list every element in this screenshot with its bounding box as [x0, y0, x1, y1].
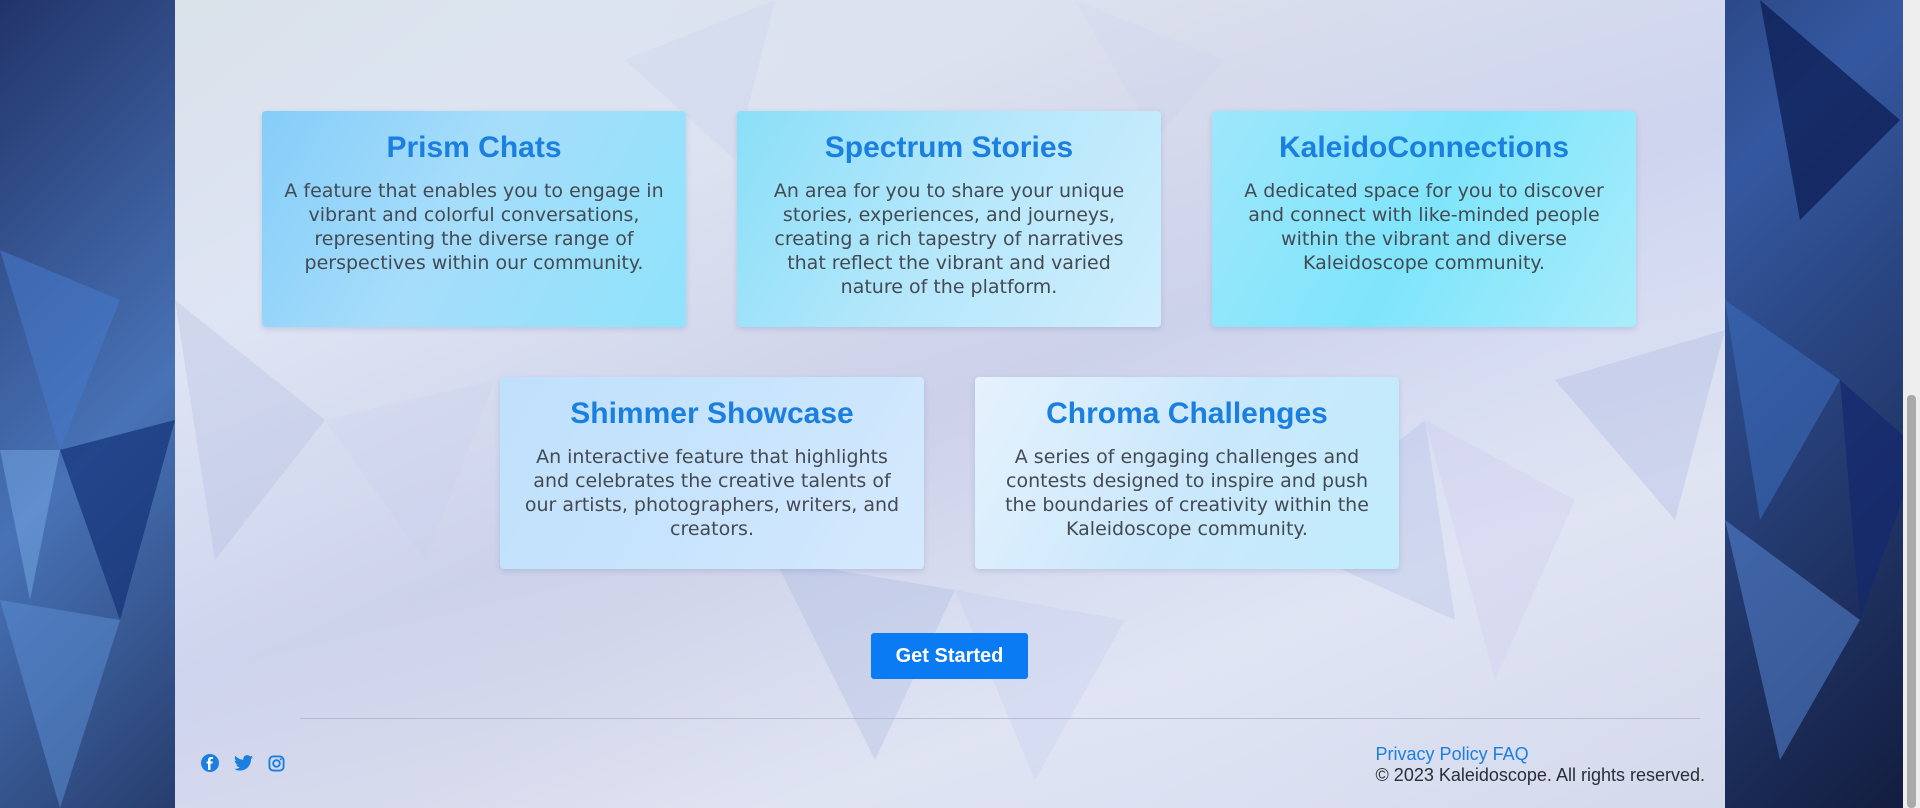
social-links — [200, 753, 286, 773]
copyright-text: © 2023 Kaleidoscope. All rights reserved… — [1375, 765, 1705, 785]
footer-divider — [300, 718, 1700, 719]
vertical-scrollbar[interactable] — [1903, 0, 1920, 808]
feature-description: A dedicated space for you to discover an… — [1244, 180, 1604, 274]
feature-title: Shimmer Showcase — [570, 397, 854, 430]
facebook-icon[interactable] — [200, 753, 220, 773]
feature-description: An area for you to share your unique sto… — [773, 180, 1125, 298]
faq-link[interactable]: FAQ — [1493, 744, 1529, 764]
scrollbar-thumb[interactable] — [1907, 395, 1916, 808]
feature-description: An interactive feature that highlights a… — [524, 446, 900, 540]
feature-title: Chroma Challenges — [1046, 397, 1328, 430]
feature-title: KaleidoConnections — [1278, 131, 1570, 164]
feature-card-shimmer-showcase: Shimmer Showcase An interactive feature … — [500, 377, 924, 569]
feature-description: A feature that enables you to engage in … — [284, 180, 664, 274]
footer-info: Privacy Policy FAQ © 2023 Kaleidoscope. … — [1376, 744, 1705, 786]
get-started-button[interactable]: Get Started — [871, 633, 1028, 679]
feature-card-spectrum-stories: Spectrum Stories An area for you to shar… — [737, 111, 1161, 327]
feature-card-kaleidoconnections: KaleidoConnections A dedicated space for… — [1212, 111, 1636, 327]
privacy-policy-link[interactable]: Privacy Policy — [1376, 744, 1488, 764]
twitter-icon[interactable] — [233, 753, 253, 773]
feature-title: Spectrum Stories — [824, 131, 1074, 164]
feature-card-chroma-challenges: Chroma Challenges A series of engaging c… — [975, 377, 1399, 569]
feature-title: Prism Chats — [386, 131, 562, 164]
footer-links: Privacy Policy FAQ — [1376, 744, 1705, 765]
feature-description: A series of engaging challenges and cont… — [1005, 446, 1369, 540]
instagram-icon[interactable] — [266, 753, 286, 773]
feature-card-prism-chats: Prism Chats A feature that enables you t… — [262, 111, 686, 327]
